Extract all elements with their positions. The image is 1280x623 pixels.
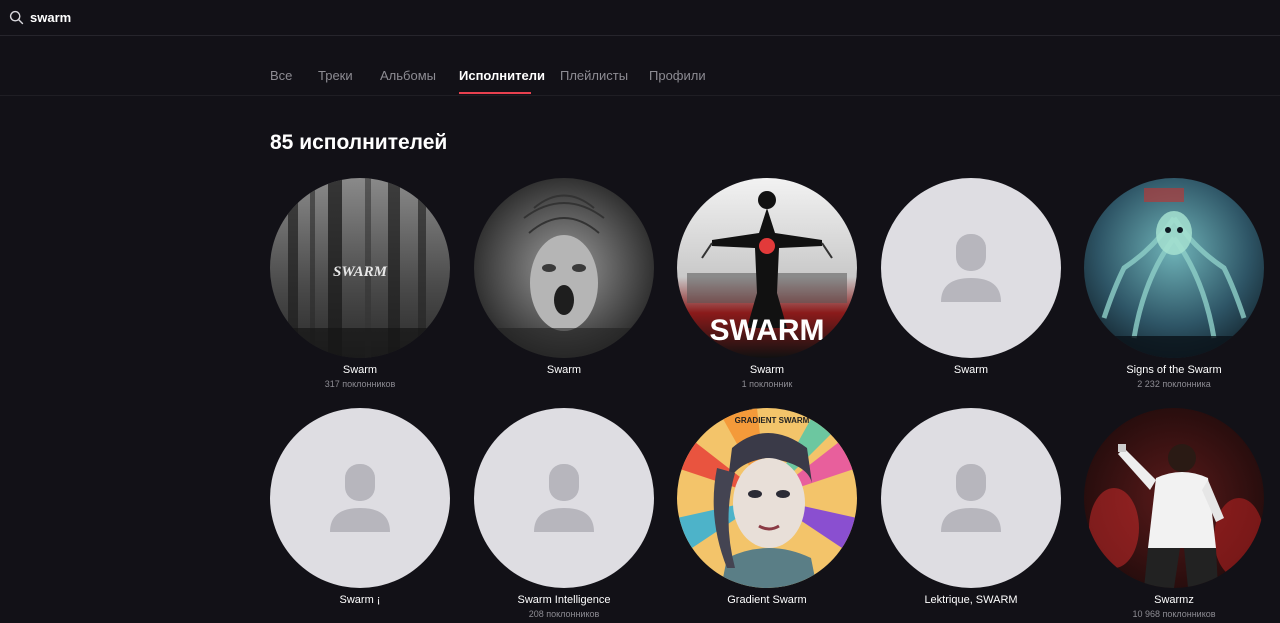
artist-name[interactable]: Swarm ¡	[270, 594, 450, 606]
artist-fans-count: 10 968 поклонников	[1132, 609, 1216, 619]
artist-name[interactable]: Swarm	[881, 364, 1061, 376]
artist-card[interactable]: Swarm Intelligence 208 поклонников	[474, 408, 654, 619]
artist-fans-count: 317 поклонников	[324, 379, 396, 389]
artist-avatar[interactable]	[1084, 178, 1264, 358]
artist-name[interactable]: Swarmz	[1084, 594, 1264, 606]
artist-avatar-logo: GRADIENT SWARM	[735, 416, 810, 425]
tab-playlists[interactable]: Плейлисты	[560, 68, 628, 83]
artist-avatar[interactable]	[881, 178, 1061, 358]
artist-avatar[interactable]	[270, 408, 450, 588]
artist-fans-count: 2 232 поклонника	[1137, 379, 1211, 389]
artist-card[interactable]: Swarm	[474, 178, 654, 379]
tab-albums[interactable]: Альбомы	[380, 68, 436, 83]
tab-tracks[interactable]: Треки	[318, 68, 353, 83]
artist-avatar-logo: SWARM	[710, 314, 825, 347]
artist-avatar[interactable]	[1084, 408, 1264, 588]
artist-card[interactable]: Lektrique, SWARM	[881, 408, 1061, 609]
placeholder-person-icon	[270, 408, 450, 588]
artist-avatar[interactable]	[474, 408, 654, 588]
active-tab-indicator	[459, 92, 531, 94]
tab-profiles[interactable]: Профили	[649, 68, 706, 83]
artist-avatar[interactable]	[881, 408, 1061, 588]
artist-name[interactable]: Swarm	[474, 364, 654, 376]
artist-avatar[interactable]: GRADIENT SWARM	[677, 408, 857, 588]
artist-avatar[interactable]: SWARM	[677, 178, 857, 358]
placeholder-person-icon	[881, 178, 1061, 358]
artist-avatar[interactable]	[474, 178, 654, 358]
artist-card[interactable]: GRADIENT SWARM Gradient Swarm	[677, 408, 857, 609]
artist-name[interactable]: Lektrique, SWARM	[881, 594, 1061, 606]
artist-name[interactable]: Swarm	[270, 364, 450, 376]
search-icon[interactable]	[9, 10, 24, 25]
artist-name[interactable]: Swarm Intelligence	[474, 594, 654, 606]
artist-card[interactable]: SWARM Swarm 317 поклонников	[270, 178, 450, 389]
artist-card[interactable]: Signs of the Swarm 2 232 поклонника	[1084, 178, 1264, 389]
artist-fans-count: 208 поклонников	[528, 609, 600, 619]
top-search-bar	[0, 0, 1280, 36]
artist-card[interactable]: SWARM Swarm 1 поклонник	[677, 178, 857, 389]
artist-name[interactable]: Swarm	[677, 364, 857, 376]
artist-card[interactable]: Swarm	[881, 178, 1061, 379]
artist-avatar-logo: SWARM	[333, 264, 388, 280]
artist-card[interactable]: Swarm ¡	[270, 408, 450, 609]
search-tabs	[0, 36, 1280, 96]
tab-all[interactable]: Все	[270, 68, 292, 83]
results-count-title: 85 исполнителей	[270, 131, 448, 154]
artist-card[interactable]: Swarmz 10 968 поклонников	[1084, 408, 1264, 619]
artist-avatar[interactable]: SWARM	[270, 178, 450, 358]
artist-fans-count: 1 поклонник	[741, 379, 793, 389]
placeholder-person-icon	[474, 408, 654, 588]
artist-name[interactable]: Signs of the Swarm	[1084, 364, 1264, 376]
tab-artists[interactable]: Исполнители	[459, 68, 545, 83]
placeholder-person-icon	[881, 408, 1061, 588]
search-input[interactable]	[30, 7, 430, 27]
artist-name[interactable]: Gradient Swarm	[677, 594, 857, 606]
